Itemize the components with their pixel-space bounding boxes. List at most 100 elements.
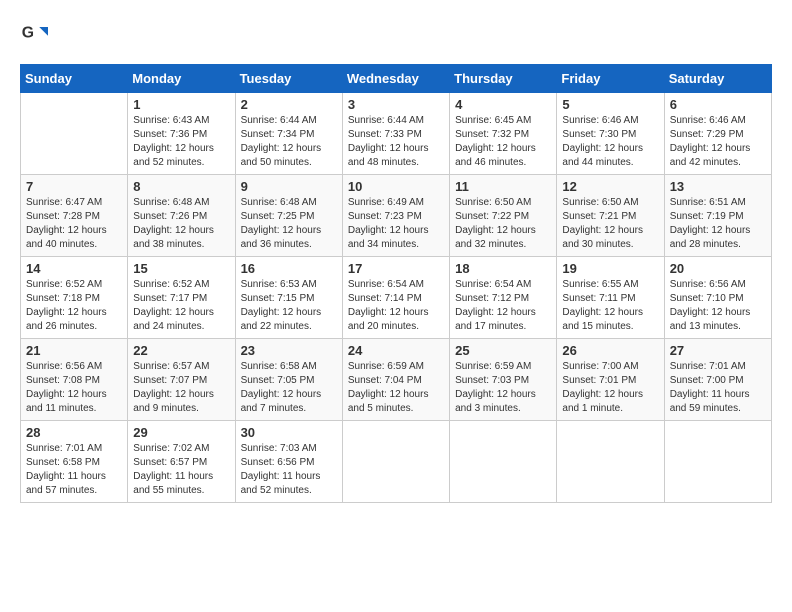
day-info: Sunrise: 6:48 AM Sunset: 7:25 PM Dayligh… [241,196,337,252]
day-info: Sunrise: 6:44 AM Sunset: 7:34 PM Dayligh… [241,114,337,170]
day-number: 22 [133,343,229,358]
day-info: Sunrise: 7:03 AM Sunset: 6:56 PM Dayligh… [241,442,337,498]
calendar-week-row: 21Sunrise: 6:56 AM Sunset: 7:08 PM Dayli… [21,339,772,421]
day-number: 14 [26,261,122,276]
logo: G [20,20,52,48]
day-number: 10 [348,179,444,194]
day-info: Sunrise: 6:48 AM Sunset: 7:26 PM Dayligh… [133,196,229,252]
calendar-cell: 6 Sunrise: 6:46 AM Sunset: 7:29 PM Daylig… [664,93,771,175]
calendar-week-row: 1 Sunrise: 6:43 AM Sunset: 7:36 PM Daylig… [21,93,772,175]
day-number: 16 [241,261,337,276]
day-number: 18 [455,261,551,276]
day-number: 6 [670,97,766,112]
day-info: Sunrise: 6:59 AM Sunset: 7:03 PM Dayligh… [455,360,551,416]
day-info: Sunrise: 6:52 AM Sunset: 7:18 PM Dayligh… [26,278,122,334]
day-number: 27 [670,343,766,358]
svg-text:G: G [22,25,34,42]
day-number: 12 [562,179,658,194]
day-number: 23 [241,343,337,358]
calendar-week-row: 14 Sunrise: 6:52 AM Sunset: 7:18 PM Dayli… [21,257,772,339]
weekday-header: Sunday [21,65,128,93]
day-number: 17 [348,261,444,276]
day-info: Sunrise: 7:00 AM Sunset: 7:01 PM Dayligh… [562,360,658,416]
calendar-body: 1 Sunrise: 6:43 AM Sunset: 7:36 PM Daylig… [21,93,772,503]
day-info: Sunrise: 6:49 AM Sunset: 7:23 PM Dayligh… [348,196,444,252]
day-number: 28 [26,425,122,440]
calendar-cell [21,93,128,175]
calendar-header-row: SundayMondayTuesdayWednesdayThursdayFrid… [21,65,772,93]
calendar-cell: 30 Sunrise: 7:03 AM Sunset: 6:56 PM Dayli… [235,421,342,503]
calendar-cell: 11 Sunrise: 6:50 AM Sunset: 7:22 PM Dayli… [450,175,557,257]
calendar-cell: 9Sunrise: 6:48 AM Sunset: 7:25 PM Daylig… [235,175,342,257]
day-number: 29 [133,425,229,440]
day-info: Sunrise: 7:01 AM Sunset: 7:00 PM Dayligh… [670,360,766,416]
weekday-header: Thursday [450,65,557,93]
calendar-cell: 1 Sunrise: 6:43 AM Sunset: 7:36 PM Daylig… [128,93,235,175]
calendar-cell: 4Sunrise: 6:45 AM Sunset: 7:32 PM Daylig… [450,93,557,175]
weekday-header: Friday [557,65,664,93]
weekday-header: Saturday [664,65,771,93]
day-number: 30 [241,425,337,440]
calendar-cell: 14 Sunrise: 6:52 AM Sunset: 7:18 PM Dayli… [21,257,128,339]
day-info: Sunrise: 6:44 AM Sunset: 7:33 PM Dayligh… [348,114,444,170]
calendar-cell: 22 Sunrise: 6:57 AM Sunset: 7:07 PM Dayli… [128,339,235,421]
day-info: Sunrise: 6:56 AM Sunset: 7:10 PM Dayligh… [670,278,766,334]
day-info: Sunrise: 6:47 AM Sunset: 7:28 PM Dayligh… [26,196,122,252]
calendar-cell: 15 Sunrise: 6:52 AM Sunset: 7:17 PM Dayli… [128,257,235,339]
day-number: 13 [670,179,766,194]
calendar-cell: 28 Sunrise: 7:01 AM Sunset: 6:58 PM Dayli… [21,421,128,503]
day-info: Sunrise: 6:46 AM Sunset: 7:29 PM Dayligh… [670,114,766,170]
day-number: 15 [133,261,229,276]
calendar-cell [557,421,664,503]
day-number: 25 [455,343,551,358]
weekday-header: Wednesday [342,65,449,93]
day-number: 1 [133,97,229,112]
day-info: Sunrise: 6:54 AM Sunset: 7:12 PM Dayligh… [455,278,551,334]
day-info: Sunrise: 6:52 AM Sunset: 7:17 PM Dayligh… [133,278,229,334]
calendar-cell [450,421,557,503]
day-number: 20 [670,261,766,276]
day-info: Sunrise: 6:53 AM Sunset: 7:15 PM Dayligh… [241,278,337,334]
day-number: 3 [348,97,444,112]
day-number: 5 [562,97,658,112]
day-info: Sunrise: 6:58 AM Sunset: 7:05 PM Dayligh… [241,360,337,416]
day-info: Sunrise: 7:01 AM Sunset: 6:58 PM Dayligh… [26,442,122,498]
day-info: Sunrise: 6:50 AM Sunset: 7:22 PM Dayligh… [455,196,551,252]
calendar-cell: 21Sunrise: 6:56 AM Sunset: 7:08 PM Dayli… [21,339,128,421]
page-header: G [20,20,772,48]
calendar-cell: 19Sunrise: 6:55 AM Sunset: 7:11 PM Dayli… [557,257,664,339]
calendar-cell: 2 Sunrise: 6:44 AM Sunset: 7:34 PM Daylig… [235,93,342,175]
calendar-cell: 17 Sunrise: 6:54 AM Sunset: 7:14 PM Dayli… [342,257,449,339]
day-number: 11 [455,179,551,194]
calendar-week-row: 7Sunrise: 6:47 AM Sunset: 7:28 PM Daylig… [21,175,772,257]
calendar-cell: 10 Sunrise: 6:49 AM Sunset: 7:23 PM Dayli… [342,175,449,257]
calendar-cell: 23 Sunrise: 6:58 AM Sunset: 7:05 PM Dayli… [235,339,342,421]
calendar-cell: 8Sunrise: 6:48 AM Sunset: 7:26 PM Daylig… [128,175,235,257]
calendar-cell: 3 Sunrise: 6:44 AM Sunset: 7:33 PM Daylig… [342,93,449,175]
day-info: Sunrise: 6:50 AM Sunset: 7:21 PM Dayligh… [562,196,658,252]
calendar-cell: 16 Sunrise: 6:53 AM Sunset: 7:15 PM Dayli… [235,257,342,339]
day-number: 24 [348,343,444,358]
calendar-cell: 27 Sunrise: 7:01 AM Sunset: 7:00 PM Dayli… [664,339,771,421]
calendar-cell: 7Sunrise: 6:47 AM Sunset: 7:28 PM Daylig… [21,175,128,257]
weekday-header: Monday [128,65,235,93]
calendar-cell: 12 Sunrise: 6:50 AM Sunset: 7:21 PM Dayli… [557,175,664,257]
calendar-cell [342,421,449,503]
day-number: 2 [241,97,337,112]
calendar-week-row: 28 Sunrise: 7:01 AM Sunset: 6:58 PM Dayli… [21,421,772,503]
day-info: Sunrise: 6:57 AM Sunset: 7:07 PM Dayligh… [133,360,229,416]
day-info: Sunrise: 6:51 AM Sunset: 7:19 PM Dayligh… [670,196,766,252]
logo-icon: G [20,20,48,48]
day-info: Sunrise: 6:54 AM Sunset: 7:14 PM Dayligh… [348,278,444,334]
calendar-cell: 26Sunrise: 7:00 AM Sunset: 7:01 PM Dayli… [557,339,664,421]
day-info: Sunrise: 6:43 AM Sunset: 7:36 PM Dayligh… [133,114,229,170]
calendar-cell [664,421,771,503]
day-info: Sunrise: 6:45 AM Sunset: 7:32 PM Dayligh… [455,114,551,170]
day-info: Sunrise: 7:02 AM Sunset: 6:57 PM Dayligh… [133,442,229,498]
calendar-table: SundayMondayTuesdayWednesdayThursdayFrid… [20,64,772,503]
day-info: Sunrise: 6:56 AM Sunset: 7:08 PM Dayligh… [26,360,122,416]
calendar-cell: 20 Sunrise: 6:56 AM Sunset: 7:10 PM Dayli… [664,257,771,339]
calendar-cell: 29 Sunrise: 7:02 AM Sunset: 6:57 PM Dayli… [128,421,235,503]
calendar-cell: 24Sunrise: 6:59 AM Sunset: 7:04 PM Dayli… [342,339,449,421]
day-info: Sunrise: 6:46 AM Sunset: 7:30 PM Dayligh… [562,114,658,170]
